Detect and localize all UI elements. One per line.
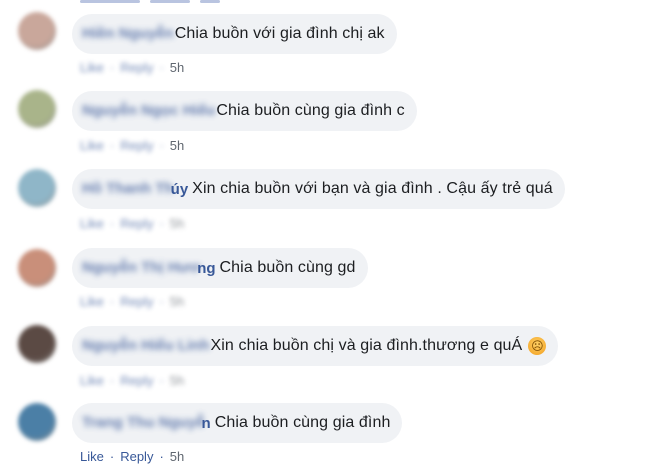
- timestamp[interactable]: 5h: [170, 449, 184, 464]
- like-link[interactable]: Like: [80, 216, 104, 231]
- comment-text: Chia buồn cùng gia đình c: [216, 102, 405, 119]
- comment-item: Nguyễn Ngọc Hiếu Chia buồn cùng gia đình…: [0, 78, 660, 154]
- comment-item: Trang Thu Nguyễ n Chia buồn cùng gia đìn…: [0, 391, 660, 467]
- comment-item: Hồ Thanh Th úy Xin chia buồn với bạn và …: [0, 157, 660, 233]
- comment-text: Xin chia buồn với bạn và gia đình . Cậu …: [192, 180, 553, 197]
- separator-dot: ·: [159, 448, 164, 464]
- commenter-name[interactable]: Hiền Nguyễn: [82, 14, 174, 54]
- avatar[interactable]: [18, 90, 56, 128]
- like-link[interactable]: Like: [80, 294, 104, 309]
- separator-dot: ·: [109, 293, 115, 309]
- separator-dot: ·: [159, 293, 164, 309]
- separator-dot: ·: [109, 372, 115, 388]
- separator-dot: ·: [109, 59, 115, 75]
- reply-link[interactable]: Reply: [120, 373, 153, 388]
- comment-bubble: Nguyễn Hiểu Linh Xin chia buồn chị và gi…: [72, 326, 559, 366]
- avatar[interactable]: [18, 403, 56, 441]
- like-link[interactable]: Like: [80, 449, 104, 464]
- comment-actions: Like · Reply · 5h: [80, 213, 184, 233]
- separator-dot: ·: [159, 372, 164, 388]
- comment-bubble: Nguyễn Thị Hươ ng Chia buồn cùng gd: [72, 248, 368, 288]
- comment-bubble: Nguyễn Ngọc Hiếu Chia buồn cùng gia đình…: [72, 91, 417, 131]
- reply-link[interactable]: Reply: [120, 294, 153, 309]
- comment-text: Chia buồn cùng gia đình: [214, 414, 391, 431]
- commenter-name[interactable]: Nguyễn Hiểu Linh: [82, 326, 210, 366]
- timestamp[interactable]: 5h: [170, 294, 184, 309]
- separator-dot: ·: [109, 215, 115, 231]
- reply-link[interactable]: Reply: [120, 216, 153, 231]
- sad-face-emoji-icon: ☹: [528, 337, 547, 355]
- like-link[interactable]: Like: [80, 138, 104, 153]
- comment-item: Hiền Nguyễn Chia buồn với gia đình chị a…: [0, 0, 660, 76]
- reply-link[interactable]: Reply: [120, 60, 153, 75]
- comment-text: Xin chia buồn chị và gia đình.thương e q…: [210, 337, 523, 354]
- timestamp[interactable]: 5h: [170, 373, 184, 388]
- separator-dot: ·: [159, 215, 164, 231]
- timestamp[interactable]: 5h: [170, 138, 184, 153]
- comment-actions: Like · Reply · 5h: [80, 370, 184, 390]
- comment-bubble: Hồ Thanh Th úy Xin chia buồn với bạn và …: [72, 169, 565, 209]
- avatar[interactable]: [18, 249, 56, 287]
- commenter-name[interactable]: Nguyễn Ngọc Hiếu: [82, 91, 215, 131]
- comment-bubble: Trang Thu Nguyễ n Chia buồn cùng gia đìn…: [72, 403, 403, 443]
- reply-link[interactable]: Reply: [120, 449, 153, 464]
- commenter-name[interactable]: Hồ Thanh Th: [82, 169, 174, 209]
- avatar[interactable]: [18, 12, 56, 50]
- comment-item: Nguyễn Thị Hươ ng Chia buồn cùng gd Like…: [0, 235, 660, 311]
- separator-dot: ·: [109, 448, 115, 464]
- comment-actions: Like · Reply · 5h: [80, 57, 184, 77]
- comment-actions: Like · Reply · 5h: [80, 291, 184, 311]
- reply-link[interactable]: Reply: [120, 138, 153, 153]
- timestamp[interactable]: 5h: [170, 60, 184, 75]
- like-link[interactable]: Like: [80, 373, 104, 388]
- comment-text: Chia buồn cùng gd: [219, 259, 356, 276]
- separator-dot: ·: [109, 137, 115, 153]
- avatar[interactable]: [18, 325, 56, 363]
- avatar[interactable]: [18, 169, 56, 207]
- commenter-name[interactable]: Trang Thu Nguyễ: [82, 403, 205, 443]
- comment-actions: Like · Reply · 5h: [80, 446, 184, 466]
- comment-bubble: Hiền Nguyễn Chia buồn với gia đình chị a…: [72, 14, 397, 54]
- comment-actions: Like · Reply · 5h: [80, 135, 184, 155]
- like-link[interactable]: Like: [80, 60, 104, 75]
- separator-dot: ·: [159, 137, 164, 153]
- timestamp[interactable]: 5h: [170, 216, 184, 231]
- separator-dot: ·: [159, 59, 164, 75]
- comment-text: Chia buồn với gia đình chị ak: [174, 25, 385, 42]
- commenter-name[interactable]: Nguyễn Thị Hươ: [82, 248, 200, 288]
- comment-item: Nguyễn Hiểu Linh Xin chia buồn chị và gi…: [0, 313, 660, 389]
